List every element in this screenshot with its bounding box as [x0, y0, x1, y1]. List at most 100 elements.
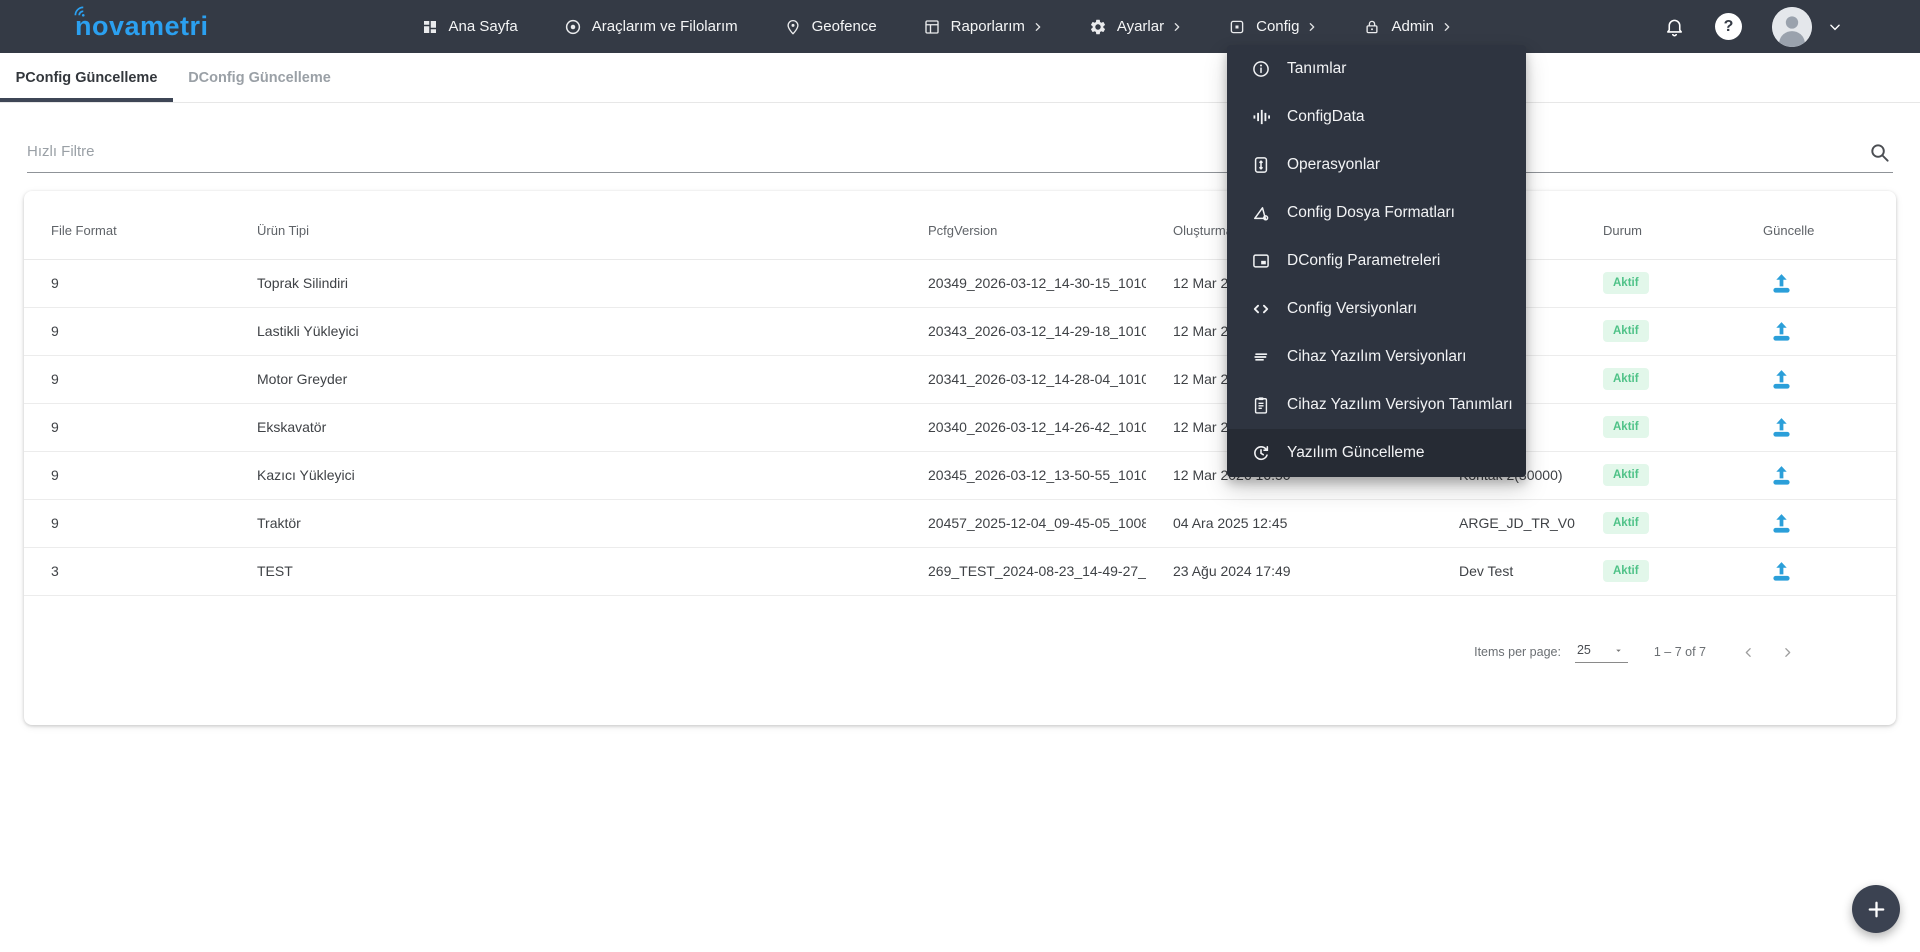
- table-row: 9 Motor Greyder 20341_2026-03-12_14-28-0…: [24, 355, 1896, 404]
- chevron-right-icon: [1033, 22, 1043, 32]
- table-row: 9 Ekskavatör 20340_2026-03-12_14-26-42_1…: [24, 403, 1896, 452]
- table-row: 9 Kazıcı Yükleyici 20345_2026-03-12_13-5…: [24, 451, 1896, 500]
- upload-button[interactable]: [1769, 415, 1794, 440]
- cell-file-format: 9: [24, 499, 230, 548]
- cell-guncelle: [1736, 403, 1896, 452]
- menu-item-label: Config Dosya Formatları: [1287, 204, 1455, 221]
- nav-item[interactable]: Raporlarım: [923, 18, 1043, 36]
- nav-item[interactable]: Admin: [1363, 18, 1452, 36]
- prev-page-button[interactable]: [1736, 640, 1761, 665]
- cell-aciklama: Dev Test: [1432, 547, 1576, 596]
- pconfig-table-card: File Format Ürün Tipi PcfgVersion Oluştu…: [24, 191, 1896, 725]
- nav-item-label: Araçlarım ve Filolarım: [591, 18, 738, 35]
- table-row: 9 Lastikli Yükleyici 20343_2026-03-12_14…: [24, 307, 1896, 356]
- next-page-button[interactable]: [1775, 640, 1800, 665]
- update-icon: [1251, 443, 1271, 463]
- menu-item[interactable]: DConfig Parametreleri: [1227, 237, 1526, 285]
- menu-item-label: Config Versiyonları: [1287, 300, 1418, 317]
- app-logo[interactable]: novametri: [74, 6, 209, 40]
- menu-item[interactable]: Config Dosya Formatları: [1227, 189, 1526, 237]
- nav-item-label: Ayarlar: [1116, 18, 1165, 35]
- upload-button[interactable]: [1769, 463, 1794, 488]
- table-row: 9 Traktör 20457_2025-12-04_09-45-05_1008…: [24, 499, 1896, 548]
- upload-icon: [1769, 511, 1794, 536]
- upload-icon: [1769, 271, 1794, 296]
- menu-item-label: Yazılım Güncelleme: [1287, 444, 1425, 461]
- status-badge: Aktif: [1603, 368, 1649, 390]
- info-icon: [1251, 59, 1271, 79]
- menu-item-label: Cihaz Yazılım Versiyonları: [1287, 348, 1467, 365]
- tab[interactable]: DConfig Güncelleme: [173, 53, 346, 102]
- help-button[interactable]: ?: [1715, 13, 1742, 40]
- dashboard-icon: [421, 18, 439, 36]
- quick-filter-row: [27, 103, 1893, 191]
- page-range-label: 1 – 7 of 7: [1653, 645, 1706, 659]
- menu-item[interactable]: Operasyonlar: [1227, 141, 1526, 189]
- cell-guncelle: [1736, 307, 1896, 356]
- menu-item[interactable]: Config Versiyonları: [1227, 285, 1526, 333]
- cell-durum: Aktif: [1576, 547, 1736, 596]
- status-badge: Aktif: [1603, 320, 1649, 342]
- upload-button[interactable]: [1769, 367, 1794, 392]
- cell-file-format: 3: [24, 547, 230, 596]
- notifications-button[interactable]: [1664, 16, 1685, 37]
- table-header-row: File Format Ürün Tipi PcfgVersion Oluştu…: [24, 203, 1896, 260]
- nav-item[interactable]: Ayarlar: [1089, 18, 1182, 36]
- paginator: Items per page: 25 1 – 7 of 7: [24, 640, 1896, 665]
- nav-item-label: Raporlarım: [950, 18, 1025, 35]
- upload-button[interactable]: [1769, 511, 1794, 536]
- cell-pcfg-version: 20340_2026-03-12_14-26-42_10104_Ekskavat…: [901, 403, 1146, 452]
- cell-pcfg-version: 20457_2025-12-04_09-45-05_10088_Traktor: [901, 499, 1146, 548]
- cell-durum: Aktif: [1576, 355, 1736, 404]
- nav-item[interactable]: Araçlarım ve Filolarım: [564, 18, 738, 36]
- quick-filter-input[interactable]: [27, 131, 1893, 173]
- status-badge: Aktif: [1603, 512, 1649, 534]
- upload-button[interactable]: [1769, 559, 1794, 584]
- design-icon: [1251, 203, 1271, 223]
- chevron-right-icon: [1307, 22, 1317, 32]
- cell-urun-tipi: Kazıcı Yükleyici: [230, 451, 901, 500]
- chevron-left-thin-icon: [1742, 646, 1755, 659]
- nav-item[interactable]: Config: [1228, 18, 1317, 36]
- status-badge: Aktif: [1603, 464, 1649, 486]
- upload-button[interactable]: [1769, 271, 1794, 296]
- menu-item[interactable]: ConfigData: [1227, 93, 1526, 141]
- nav-item[interactable]: Geofence: [784, 18, 877, 36]
- target-icon: [564, 18, 582, 36]
- cell-aciklama: ARGE_JD_TR_V0: [1432, 499, 1576, 548]
- location-pin-icon: [784, 18, 802, 36]
- menu-item[interactable]: Cihaz Yazılım Versiyon Tanımları: [1227, 381, 1526, 429]
- cell-guncelle: [1736, 355, 1896, 404]
- menu-item[interactable]: Cihaz Yazılım Versiyonları: [1227, 333, 1526, 381]
- clipboard-icon: [1251, 395, 1271, 415]
- nav-item-label: Geofence: [811, 18, 877, 35]
- logo-signal-icon: [71, 3, 92, 24]
- upload-icon: [1769, 463, 1794, 488]
- config-box-icon: [1228, 18, 1246, 36]
- tab[interactable]: PConfig Güncelleme: [0, 53, 173, 102]
- status-badge: Aktif: [1603, 272, 1649, 294]
- cell-durum: Aktif: [1576, 403, 1736, 452]
- cell-urun-tipi: Toprak Silindiri: [230, 259, 901, 308]
- nav-item-label: Ana Sayfa: [448, 18, 518, 35]
- menu-item[interactable]: Yazılım Güncelleme: [1227, 429, 1526, 477]
- cell-urun-tipi: TEST: [230, 547, 901, 596]
- table-row: 9 Toprak Silindiri 20349_2026-03-12_14-3…: [24, 259, 1896, 308]
- code-icon: [1251, 299, 1271, 319]
- search-icon[interactable]: [1868, 141, 1891, 164]
- upload-icon: [1769, 319, 1794, 344]
- menu-item-label: Operasyonlar: [1287, 156, 1381, 173]
- cell-durum: Aktif: [1576, 499, 1736, 548]
- plus-icon: [1865, 898, 1888, 921]
- upload-button[interactable]: [1769, 319, 1794, 344]
- items-per-page-select[interactable]: 25: [1574, 641, 1628, 663]
- cell-file-format: 9: [24, 259, 230, 308]
- avatar-icon: [1772, 6, 1812, 47]
- profile-menu-button[interactable]: [1828, 20, 1842, 34]
- chevron-right-icon: [1172, 22, 1182, 32]
- add-button[interactable]: [1852, 885, 1900, 933]
- menu-item[interactable]: Tanımlar: [1227, 45, 1526, 93]
- nav-item[interactable]: Ana Sayfa: [421, 18, 518, 36]
- status-badge: Aktif: [1603, 560, 1649, 582]
- user-avatar[interactable]: [1772, 6, 1812, 47]
